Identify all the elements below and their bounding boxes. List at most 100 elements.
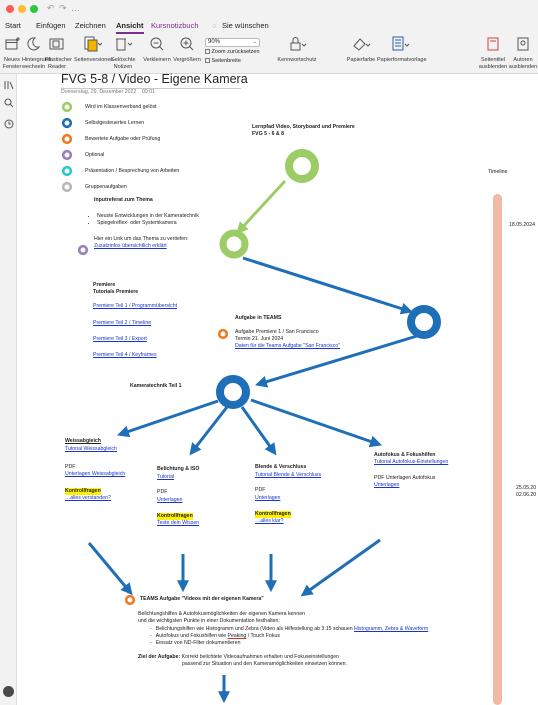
weissabgleich-tutorial-link[interactable]: Tutorial Weissabgleich: [65, 446, 117, 453]
arrow: [242, 256, 414, 315]
teams2-bullet: - Einsatz von ND-Filter dokumentieren: [150, 640, 241, 647]
blende-kontroll-link[interactable]: …alles klar?: [255, 518, 284, 525]
zoom-window-button[interactable]: [30, 5, 38, 13]
seitenbreite-label: Seitenbreite: [211, 58, 241, 64]
search-icon[interactable]: [4, 98, 14, 108]
node-optional[interactable]: [77, 244, 89, 256]
teams1-link[interactable]: Daten für die Teams Aufgabe "San Francis…: [235, 343, 340, 350]
papierformatvorlage-button[interactable]: Papierformatvorlage: [377, 36, 427, 64]
blende-pdf-label: PDF: [255, 487, 266, 493]
zusatzinfos-link[interactable]: Zusatzinfos übersichtlich erklärt: [94, 243, 167, 250]
weissabgleich-title: Weissabgleich: [65, 438, 101, 444]
node-premiere[interactable]: [407, 305, 441, 339]
more-icon[interactable]: …: [71, 3, 80, 13]
dash-marker: -: [150, 626, 152, 632]
belichtung-pdf-label: PDF: [157, 489, 168, 495]
teams2-paragraph: und die wichtigsten Punkte in einer Doku…: [138, 618, 280, 624]
node-start[interactable]: [285, 149, 319, 183]
verkleinern-button[interactable]: Verkleinern: [142, 36, 172, 64]
seitenversionen-label: Seitenversionen: [74, 57, 114, 63]
node-teams-san-francisco[interactable]: [217, 328, 229, 340]
close-window-button[interactable]: [6, 5, 14, 13]
trash-icon: [116, 38, 133, 51]
tab-sie-wuenschen[interactable]: Sie wünschen: [222, 21, 269, 30]
weissabgleich-unterlagen-link[interactable]: Unterlagen Weissabgleich: [65, 471, 125, 478]
neues-fenster-label: Neues Fenster: [2, 57, 22, 70]
blende-tutorial-link[interactable]: Tutorial Blende & Verschluss: [255, 472, 321, 479]
hintergrund-button[interactable]: Hintergrund wechseln: [22, 36, 51, 70]
seitenversionen-button[interactable]: Seitenversionen: [74, 36, 114, 64]
premiere-link[interactable]: Premiere Teil 4 / Keyframes: [93, 352, 157, 359]
node-inputreferat[interactable]: [219, 229, 249, 259]
ribbon-tabs: Start Einfügen Zeichnen Ansicht Kursnoti…: [0, 19, 538, 36]
list-item: Spiegelreflex- oder Systemkamera: [97, 220, 199, 227]
inputreferat-title: Inputreferat zum Thema: [94, 197, 153, 203]
seitentitel-button[interactable]: Seitentitel ausblenden: [478, 36, 508, 70]
undo-icon[interactable]: ↶: [47, 3, 55, 14]
papierformatvorlage-label: Papierformatvorlage: [377, 57, 427, 63]
lightbulb-icon: ◌: [212, 21, 217, 30]
arrow: [236, 179, 287, 235]
hide-authors-icon: [517, 37, 529, 51]
page-width-icon: [205, 58, 210, 63]
tab-kursnotizbuch[interactable]: Kursnotizbuch: [151, 21, 199, 30]
seitentitel-label: Seitentitel ausblenden: [478, 57, 508, 70]
histogramm-link[interactable]: Histogramm, Zebra & Waveform: [354, 626, 428, 632]
hintergrund-label: Hintergrund wechseln: [22, 57, 51, 70]
ziel-text: Korrekt belichtete Videoaufnahmen erhalt…: [180, 654, 339, 660]
belichtung-unterlagen-link[interactable]: Unterlagen: [157, 497, 182, 504]
zoom-select[interactable]: 90% ⌄: [205, 38, 260, 47]
premiere-link[interactable]: Premiere Teil 3 / Export: [93, 336, 147, 343]
geloeschte-notizen-label: Gelöschte Notizen: [110, 57, 136, 70]
papierfarbe-button[interactable]: Papierfarbe: [346, 36, 376, 64]
arrow: [240, 406, 277, 456]
tab-ansicht[interactable]: Ansicht: [116, 21, 144, 34]
blende-unterlagen-link[interactable]: Unterlagen: [255, 495, 280, 502]
tab-einfuegen[interactable]: Einfügen: [36, 21, 66, 30]
premiere-link[interactable]: Premiere Teil 2 / Timeline: [93, 320, 151, 327]
belichtung-title: Belichtung & ISO: [157, 466, 200, 472]
redo-icon[interactable]: ↷: [59, 3, 67, 14]
recent-clock-icon[interactable]: [4, 119, 14, 129]
kennwortschutz-button[interactable]: Kennwortschutz: [277, 36, 317, 64]
belichtung-kontroll-label: Kontrollfragen: [157, 513, 193, 520]
tab-zeichnen[interactable]: Zeichnen: [75, 21, 106, 30]
navigation-rail: [0, 74, 17, 705]
teams1-line1: Aufgabe Premiere 1 / San Francisco: [235, 329, 319, 335]
belichtung-tutorial-link[interactable]: Tutorial: [157, 474, 174, 481]
premiere-link[interactable]: Premiere Teil 1 / Programmübersicht: [93, 303, 177, 310]
geloeschte-notizen-button[interactable]: Gelöschte Notizen: [110, 36, 136, 70]
autofokus-tutorial-link[interactable]: Tutorial Autofokus-Einstellungen: [374, 459, 448, 466]
notebooks-icon[interactable]: [4, 80, 14, 90]
zoom-reset-button[interactable]: Zoom zurücksetzen: [205, 49, 260, 55]
minimize-window-button[interactable]: [18, 5, 26, 13]
lock-icon: [290, 37, 307, 51]
kennwortschutz-label: Kennwortschutz: [277, 57, 317, 63]
teams1-title: Aufgabe in TEAMS: [235, 315, 282, 321]
teams2-paragraph: Belichtungshilfen & Autofokusmöglichkeit…: [138, 611, 305, 617]
page-versions-icon: [84, 36, 103, 52]
seitenbreite-button[interactable]: Seitenbreite: [205, 58, 241, 64]
tab-start[interactable]: Start: [5, 21, 21, 30]
plastischer-reader-label: Plastischer Reader: [45, 57, 72, 70]
weissabgleich-kontroll-link[interactable]: …alles verstanden?: [65, 495, 111, 502]
teams2-bullet-text: Autofokus und Fokushilfen wie: [155, 633, 228, 639]
node-kameratechnik[interactable]: [216, 375, 250, 409]
autofokus-unterlagen-link[interactable]: Unterlagen: [374, 482, 399, 489]
avatar[interactable]: [3, 686, 14, 697]
inputreferat-hint: Hier ein Link um das Thema zu vertiefen:: [94, 236, 189, 242]
peaking-word: Peaking: [227, 633, 247, 639]
timeline-label: Timeline: [488, 169, 508, 175]
paper-color-icon: [353, 38, 371, 51]
node-teams-kamera[interactable]: [124, 594, 136, 606]
premiere-title: Premiere: [93, 282, 116, 288]
belichtung-kontroll-link[interactable]: Teste dein Wissen: [157, 520, 199, 527]
neues-fenster-button[interactable]: Neues Fenster: [2, 36, 22, 70]
arrow: [189, 406, 229, 456]
zoom-reset-label: Zoom zurücksetzen: [211, 49, 260, 55]
dash-marker: -: [150, 633, 152, 639]
plastischer-reader-button[interactable]: Plastischer Reader: [45, 36, 72, 70]
autoren-button[interactable]: Autoren ausblenden: [508, 36, 538, 70]
chevron-down-icon: ⌄: [252, 39, 257, 45]
vergroessern-button[interactable]: Vergrößern: [172, 36, 202, 64]
